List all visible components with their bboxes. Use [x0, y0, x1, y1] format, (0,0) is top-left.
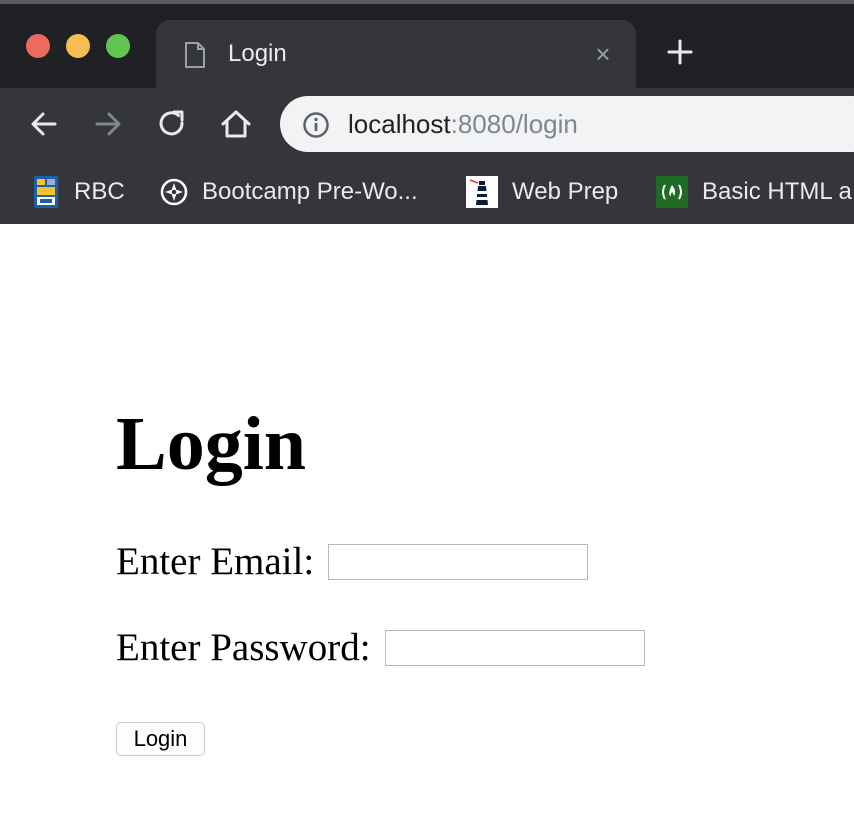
tab-close-icon[interactable]: × [590, 40, 616, 68]
compass-icon [160, 178, 188, 206]
reload-button[interactable] [154, 106, 190, 142]
bookmark-bootcamp[interactable]: Bootcamp Pre-Wo... [160, 172, 418, 212]
email-field[interactable] [328, 544, 589, 580]
password-row: Enter Password: [116, 626, 645, 670]
url-host: localhost [348, 109, 451, 139]
browser-toolbar: localhost:8080/login [0, 88, 854, 160]
new-tab-button[interactable] [664, 36, 696, 68]
password-field[interactable] [384, 630, 645, 666]
login-button[interactable]: Login [116, 722, 205, 756]
bookmark-web-prep[interactable]: Web Prep [466, 172, 618, 212]
url-path: :8080/login [450, 109, 578, 139]
plus-icon [667, 39, 693, 65]
minimize-window-button[interactable] [66, 34, 90, 58]
forward-button[interactable] [90, 106, 126, 142]
bookmark-label: Bootcamp Pre-Wo... [202, 178, 418, 205]
email-label: Enter Email: [116, 540, 315, 583]
bookmark-label: Basic HTML a [702, 178, 852, 205]
bookmark-rbc[interactable]: RBC [32, 172, 125, 212]
address-url[interactable]: localhost:8080/login [348, 109, 578, 139]
email-row: Enter Email: [116, 540, 589, 584]
bookmark-basic-html[interactable]: Basic HTML a [656, 172, 852, 212]
close-window-button[interactable] [26, 34, 50, 58]
back-button[interactable] [26, 106, 62, 142]
freecodecamp-icon [656, 176, 688, 208]
rbc-icon [34, 176, 58, 208]
arrow-left-icon [31, 112, 57, 136]
reload-icon [159, 110, 184, 136]
page-icon [184, 42, 206, 73]
tab-login[interactable]: Login × [156, 20, 636, 88]
password-label: Enter Password: [116, 626, 371, 669]
tab-title: Login [228, 40, 287, 67]
maximize-window-button[interactable] [106, 34, 130, 58]
page-title: Login [116, 402, 307, 486]
browser-titlebar: Login × [0, 0, 854, 88]
lighthouse-icon [466, 176, 498, 208]
info-icon[interactable] [302, 111, 330, 144]
desktop-strip [0, 0, 854, 4]
page-content: Login Enter Email: Enter Password: Login [0, 224, 854, 834]
bookmarks-bar: RBC Bootcamp Pre-Wo... Web Prep Basic HT… [0, 160, 854, 224]
bookmark-label: RBC [74, 178, 125, 205]
address-bar[interactable]: localhost:8080/login [280, 96, 854, 152]
home-icon [221, 110, 251, 138]
home-button[interactable] [218, 106, 254, 142]
arrow-right-icon [95, 112, 121, 136]
bookmark-label: Web Prep [512, 178, 619, 205]
